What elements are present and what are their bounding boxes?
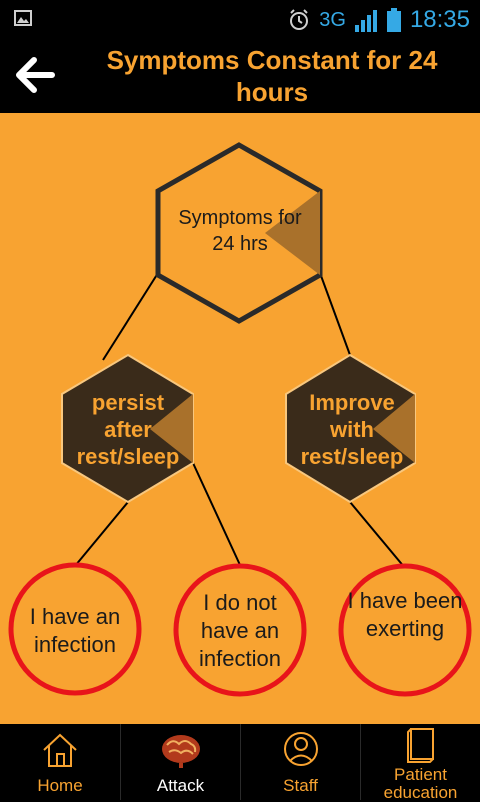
right-label: Improve with rest/sleep: [300, 390, 404, 469]
signal-icon: [354, 10, 377, 32]
nav-home[interactable]: Home: [0, 724, 120, 800]
nav-staff[interactable]: Staff: [240, 724, 360, 800]
alarm-icon: [290, 9, 309, 30]
app-bar: Symptoms Constant for 24 hours: [0, 38, 480, 113]
left-label: persist after rest/sleep: [76, 390, 180, 469]
person-icon: [283, 732, 318, 766]
outcome-label-1: I have an infection: [29, 604, 121, 657]
nav-home-label: Home: [37, 776, 83, 795]
bottom-nav: Home Attack Staff Patient education: [0, 724, 480, 802]
network-type: 3G: [319, 8, 346, 31]
back-arrow-icon[interactable]: [12, 52, 58, 98]
outcome-label-2: I do not have an infection: [199, 590, 281, 671]
brain-icon: [161, 735, 200, 768]
nav-attack-label: Attack: [156, 776, 205, 795]
nav-staff-label: Staff: [283, 776, 318, 795]
status-bar: 3G 18:35: [0, 0, 480, 38]
nav-attack[interactable]: Attack: [120, 724, 240, 800]
decision-tree: Symptoms for 24 hrs persist after rest/s…: [0, 113, 480, 724]
battery-icon: [386, 8, 401, 32]
home-icon: [43, 733, 77, 767]
clock: 18:35: [409, 6, 470, 33]
image-notification-icon: [14, 10, 32, 26]
outcome-label-3: I have been exerting: [347, 588, 463, 641]
nav-patient-education-label: Patient education: [383, 765, 458, 802]
page-title: Symptoms Constant for 24 hours: [106, 45, 438, 107]
root-label: Symptoms for 24 hrs: [178, 207, 302, 255]
book-icon: [406, 728, 434, 763]
nav-patient-education[interactable]: Patient education: [360, 724, 480, 802]
